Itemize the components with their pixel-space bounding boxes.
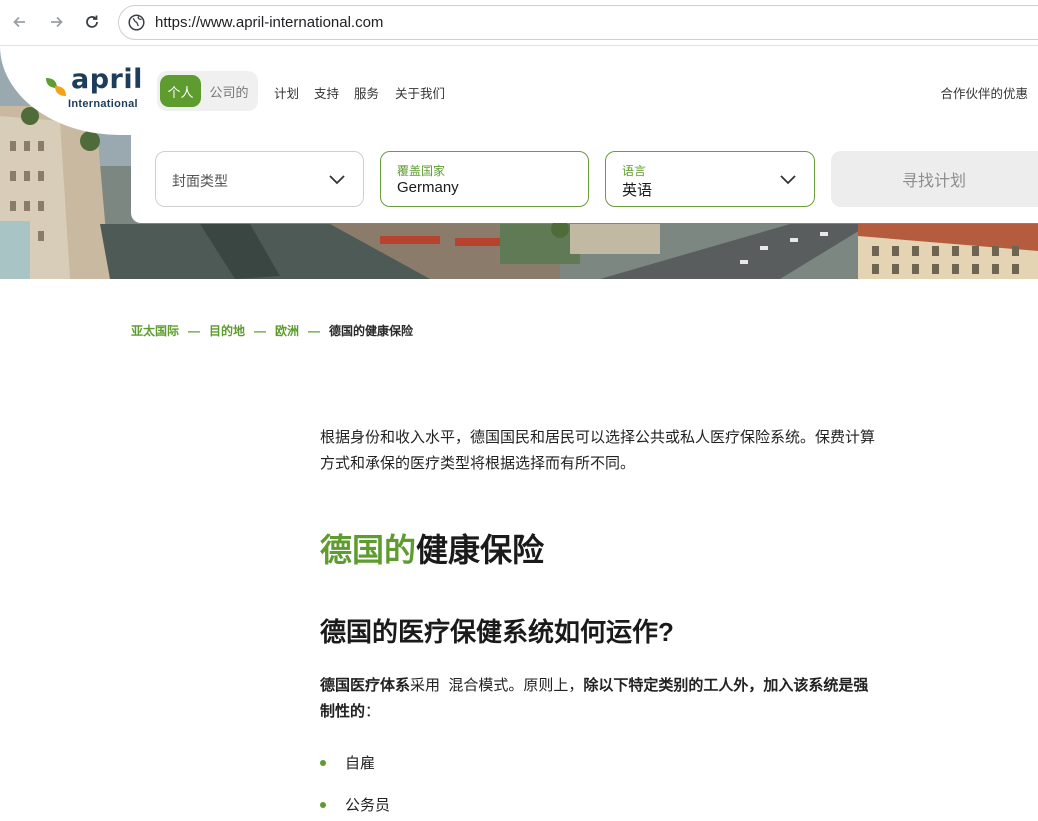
breadcrumb-current: 德国的健康保险: [329, 324, 414, 338]
logo-subtitle: International: [68, 98, 138, 110]
nav-support[interactable]: 支持: [314, 83, 339, 102]
site-info-icon[interactable]: [128, 14, 145, 36]
breadcrumb-item-destinations[interactable]: 目的地: [209, 322, 245, 339]
chevron-down-icon: [780, 175, 796, 185]
segment-company[interactable]: 公司的: [206, 75, 252, 107]
april-logo[interactable]: april International: [44, 64, 144, 110]
segment-personal[interactable]: 个人: [160, 75, 201, 107]
page-title-accent: 德国的: [320, 532, 417, 568]
breadcrumb-separator: —: [254, 323, 267, 338]
breadcrumb: 亚太国际 — 目的地 — 欧洲 — 德国的健康保险: [131, 322, 413, 339]
para-bold-1: 德国医疗体系: [320, 677, 411, 694]
country-label: 覆盖国家: [397, 164, 446, 178]
address-bar[interactable]: https://www.april-international.com: [118, 5, 1038, 40]
cover-type-select[interactable]: 封面类型: [155, 151, 364, 207]
list-item-label: 公务员: [345, 797, 391, 814]
breadcrumb-separator: —: [188, 323, 201, 338]
plan-search-panel: 封面类型 覆盖国家 Germany 语言 英语 寻找计划: [131, 135, 1038, 223]
browser-toolbar: https://www.april-international.com: [0, 0, 1038, 46]
bullet-dot-icon: [320, 801, 326, 808]
find-plan-button[interactable]: 寻找计划: [831, 151, 1038, 207]
nav-services[interactable]: 服务: [354, 83, 379, 102]
leaf-logo-icon: [46, 78, 66, 96]
url-text: https://www.april-international.com: [155, 14, 384, 31]
language-label: 语言: [622, 164, 647, 178]
para-text-2: ：: [365, 703, 381, 720]
system-paragraph: 德国医疗体系采用 混合模式。原则上，除以下特定类别的工人外，加入该系统是强制性的…: [320, 673, 880, 725]
language-select[interactable]: 语言 英语: [605, 151, 815, 207]
breadcrumb-separator: —: [308, 323, 321, 338]
list-item: 公务员: [320, 794, 390, 815]
nav-plans[interactable]: 计划: [274, 83, 299, 102]
breadcrumb-item-europe[interactable]: 欧洲: [275, 322, 299, 339]
audience-toggle: 个人 公司的: [157, 71, 258, 111]
site-header: april International 个人 公司的 计划 支持 服务 关于我们…: [0, 46, 1038, 135]
chevron-down-icon: [329, 175, 345, 185]
list-item: 自雇: [320, 752, 375, 773]
bullet-dot-icon: [320, 759, 326, 766]
breadcrumb-item-apac[interactable]: 亚太国际: [131, 322, 179, 339]
nav-about[interactable]: 关于我们: [395, 83, 445, 102]
logo-word: april: [71, 64, 143, 95]
back-arrow-icon[interactable]: [9, 11, 31, 33]
cover-type-placeholder: 封面类型: [172, 173, 228, 189]
list-item-label: 自雇: [345, 755, 376, 772]
language-value: 英语: [622, 182, 653, 199]
header-background: [0, 46, 1038, 135]
nav-partner-offers[interactable]: 合作伙伴的优惠: [940, 83, 1028, 102]
forward-arrow-icon[interactable]: [45, 11, 67, 33]
page-title-rest: 健康保险: [416, 532, 545, 568]
section-heading: 德国的医疗保健系统如何运作?: [320, 617, 674, 647]
para-text-1: 采用 混合模式。原则上，: [410, 677, 584, 694]
country-field[interactable]: 覆盖国家 Germany: [380, 151, 589, 207]
reload-icon[interactable]: [81, 11, 103, 33]
intro-paragraph: 根据身份和收入水平，德国国民和居民可以选择公共或私人医疗保险系统。保费计算方式和…: [320, 429, 876, 472]
country-value: Germany: [397, 179, 459, 196]
page-title: 德国的健康保险: [320, 525, 544, 571]
